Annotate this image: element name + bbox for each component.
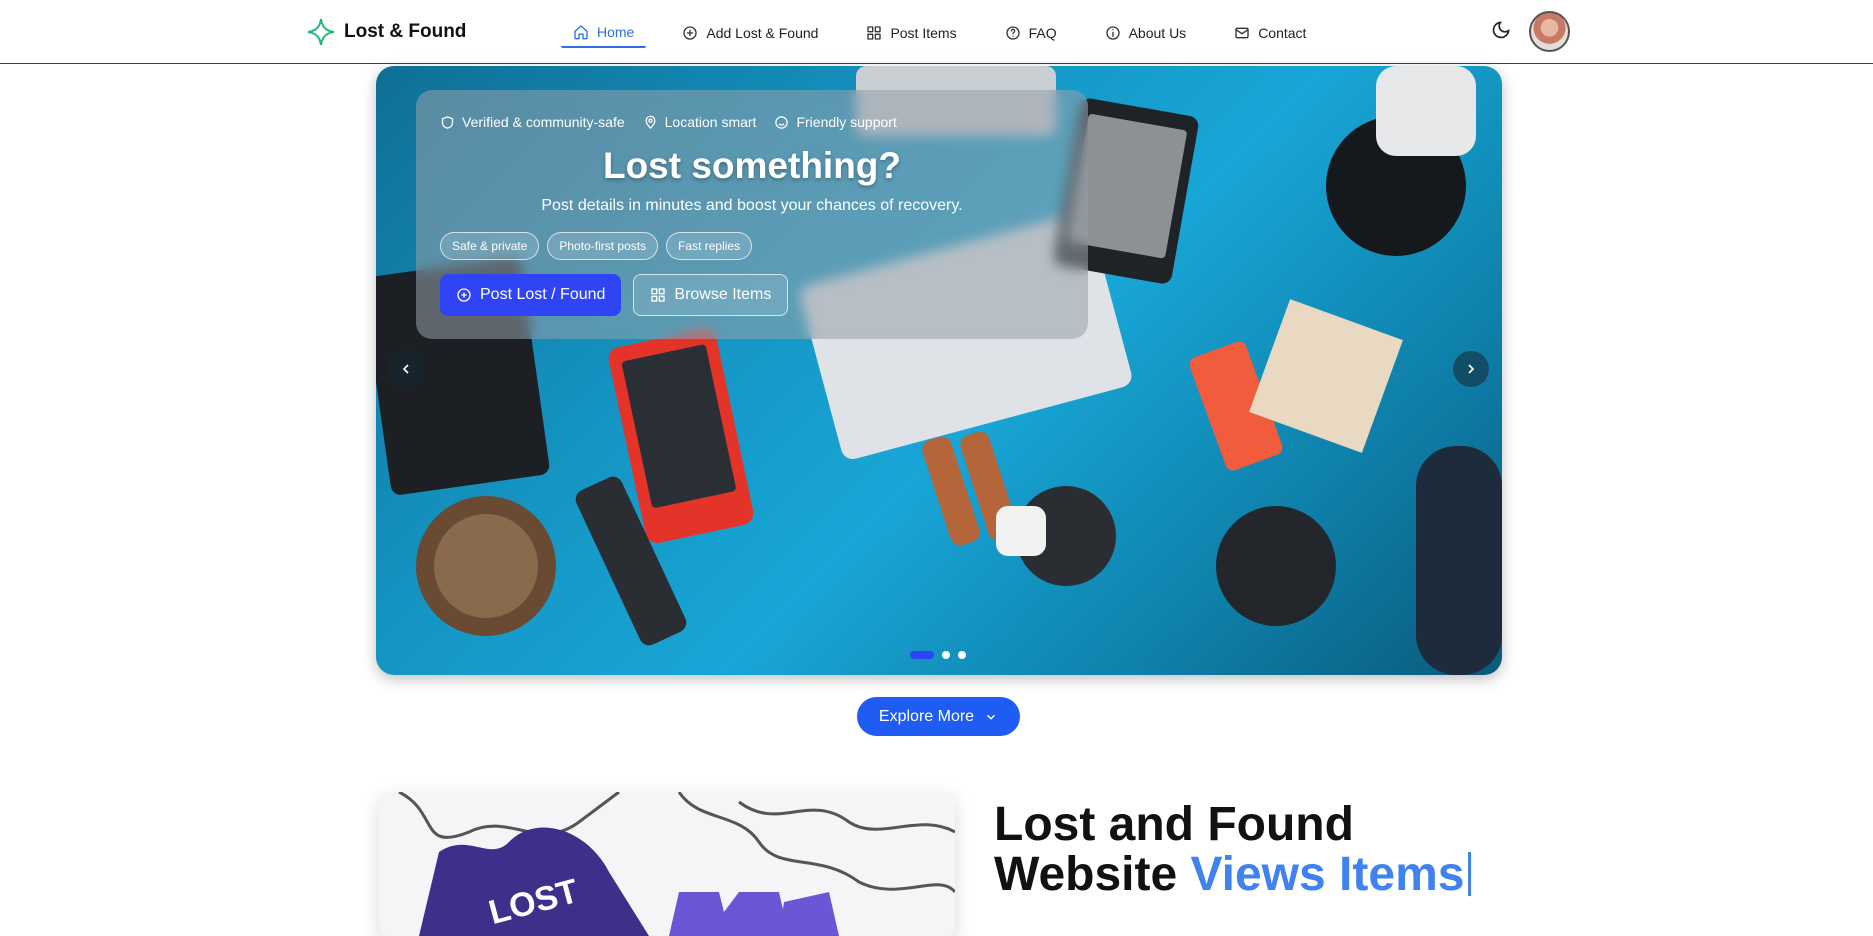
plus-circle-icon bbox=[683, 26, 698, 40]
feature-location: Location smart bbox=[643, 114, 757, 130]
feature-location-label: Location smart bbox=[664, 114, 757, 130]
chip-fast-replies: Fast replies bbox=[666, 232, 753, 260]
browse-items-button[interactable]: Browse Items bbox=[633, 274, 789, 316]
feature-support: Friendly support bbox=[774, 114, 897, 130]
nav-home[interactable]: Home bbox=[561, 18, 647, 48]
hero-title: Lost something? bbox=[602, 145, 902, 186]
nav-add-lost-found[interactable]: Add Lost & Found bbox=[670, 18, 830, 48]
hero-features: Verified & community-safe Location smart… bbox=[440, 114, 897, 130]
plus-circle-icon bbox=[457, 288, 471, 302]
nav-links: Home Add Lost & Found Post Items FAQ Abo… bbox=[561, 18, 1342, 48]
home-icon bbox=[574, 25, 588, 40]
nav-faq-label: FAQ bbox=[1028, 25, 1057, 41]
brand-name: Lost & Found bbox=[344, 21, 467, 42]
grid-icon bbox=[651, 288, 666, 302]
nav-contact[interactable]: Contact bbox=[1222, 18, 1318, 48]
feature-support-label: Friendly support bbox=[796, 114, 897, 130]
post-lost-found-label: Post Lost / Found bbox=[480, 286, 606, 303]
chevron-left-icon bbox=[402, 364, 409, 374]
nav-post-items[interactable]: Post Items bbox=[854, 18, 968, 48]
chevron-down-icon bbox=[987, 714, 996, 720]
browse-items-label: Browse Items bbox=[674, 286, 772, 303]
shield-icon bbox=[441, 115, 454, 129]
carousel-indicators bbox=[910, 651, 966, 659]
hero-chips: Safe & private Photo-first posts Fast re… bbox=[440, 232, 753, 260]
hero-actions: Post Lost / Found Browse Items bbox=[440, 274, 789, 316]
chevron-right-icon bbox=[1468, 364, 1475, 374]
brand-logo-icon bbox=[307, 18, 335, 46]
puzzle-illustration: LOST bbox=[379, 792, 955, 936]
hero-info-panel: Verified & community-safe Location smart… bbox=[416, 90, 1088, 339]
brand[interactable]: Lost & Found bbox=[306, 17, 466, 47]
post-lost-found-button[interactable]: Post Lost / Found bbox=[440, 274, 622, 316]
about-heading-accent: Views Items bbox=[1190, 848, 1465, 901]
carousel-prev-button[interactable] bbox=[388, 351, 424, 387]
carousel-next-button[interactable] bbox=[1453, 351, 1489, 387]
explore-more-button[interactable]: Explore More bbox=[857, 697, 1020, 736]
hero-subtitle: Post details in minutes and boost your c… bbox=[541, 197, 963, 214]
info-icon bbox=[1105, 26, 1120, 40]
carousel-dot-2[interactable] bbox=[942, 651, 950, 659]
chip-photo-first: Photo-first posts bbox=[547, 232, 659, 260]
map-pin-icon bbox=[645, 115, 656, 129]
moon-icon bbox=[1492, 21, 1510, 39]
nav-about-us-label: About Us bbox=[1128, 25, 1187, 41]
lost-puzzle-image: LOST bbox=[379, 792, 955, 936]
explore-more-label: Explore More bbox=[878, 707, 975, 725]
feature-verified: Verified & community-safe bbox=[440, 114, 625, 130]
mail-icon bbox=[1235, 27, 1249, 39]
nav-post-items-label: Post Items bbox=[890, 25, 957, 41]
nav-home-label: Home bbox=[597, 24, 635, 40]
about-heading-line1: Lost and Found bbox=[994, 798, 1354, 851]
navbar: Lost & Found Home Add Lost & Found Post … bbox=[0, 0, 1873, 64]
nav-contact-label: Contact bbox=[1258, 25, 1307, 41]
smile-icon bbox=[775, 115, 789, 129]
carousel-dot-1[interactable] bbox=[910, 651, 934, 659]
nav-faq[interactable]: FAQ bbox=[993, 18, 1069, 48]
about-heading-line2: Website Views Items bbox=[994, 848, 1472, 901]
about-heading-prefix: Website bbox=[994, 848, 1191, 901]
theme-toggle-button[interactable] bbox=[1491, 20, 1513, 42]
typing-caret bbox=[1468, 852, 1472, 896]
grid-icon bbox=[867, 26, 882, 40]
carousel-dot-3[interactable] bbox=[958, 651, 966, 659]
nav-add-lost-found-label: Add Lost & Found bbox=[706, 25, 819, 41]
feature-verified-label: Verified & community-safe bbox=[462, 114, 625, 130]
help-circle-icon bbox=[1005, 26, 1020, 40]
chip-safe-private: Safe & private bbox=[440, 232, 540, 260]
user-avatar[interactable] bbox=[1529, 11, 1570, 52]
about-heading: Lost and Found Website Views Items bbox=[994, 798, 1472, 901]
hero-carousel: Verified & community-safe Location smart… bbox=[376, 66, 1502, 675]
nav-about-us[interactable]: About Us bbox=[1093, 18, 1199, 48]
